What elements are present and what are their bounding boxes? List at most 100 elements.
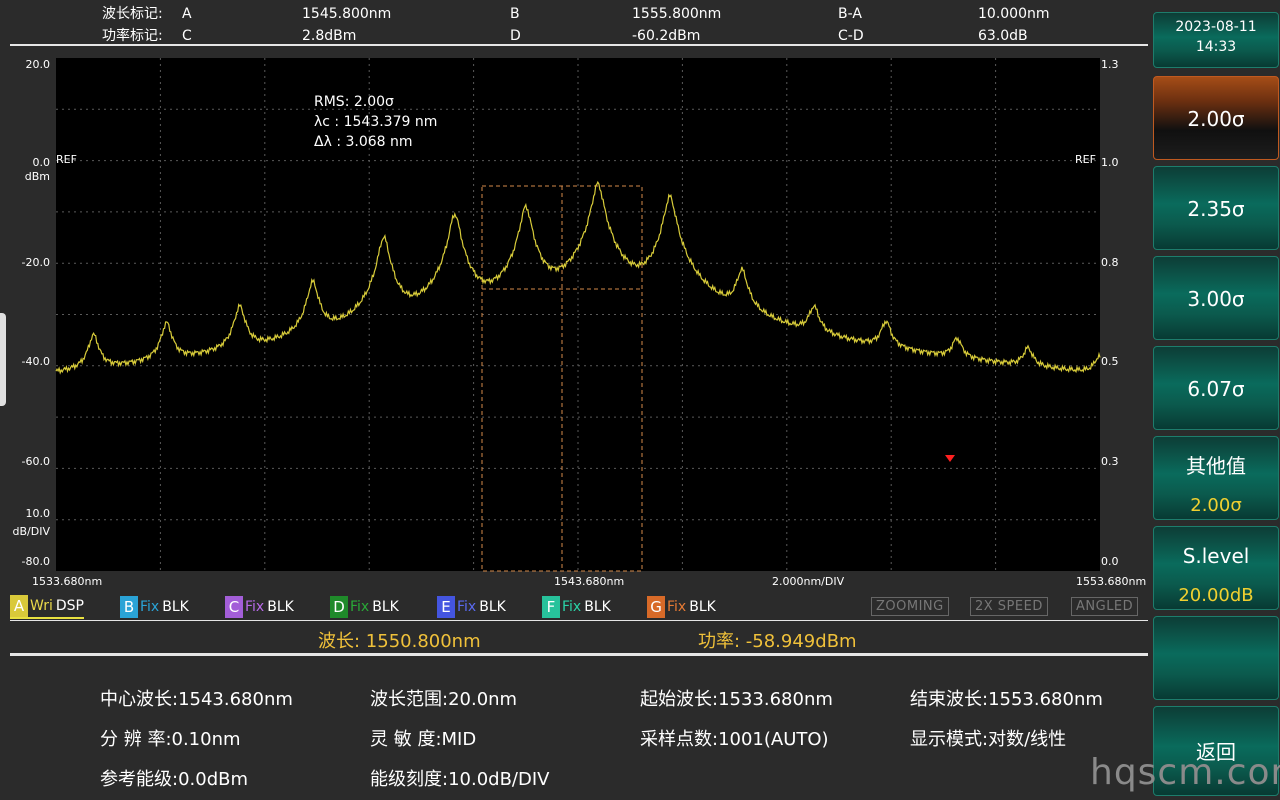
x-end-label: 1553.680nm xyxy=(1076,575,1147,588)
marker-a-name: A xyxy=(182,6,192,22)
marker-d-name: D xyxy=(510,28,521,44)
trace-mode: Fix xyxy=(667,599,687,615)
marker-cd-value: 63.0dB xyxy=(978,28,1028,44)
trace-letter: C xyxy=(225,596,243,618)
trace-state: BLK xyxy=(479,599,506,615)
x-start-label: 1533.680nm xyxy=(32,575,103,588)
power-marker-row: 功率标记: C 2.8dBm D -60.2dBm C-D 63.0dB xyxy=(10,26,1148,46)
y-scale-unit: dB/DIV xyxy=(12,525,50,538)
trace-state: BLK xyxy=(267,599,294,615)
y-tick-right: 0.8 xyxy=(1101,256,1119,269)
y-tick-right: 0.0 xyxy=(1101,555,1119,568)
trace-letter: F xyxy=(542,596,560,618)
param-level-scale: 能级刻度:10.0dB/DIV xyxy=(370,769,550,790)
trace-b[interactable]: B Fix BLK xyxy=(120,595,189,619)
marker-c-name: C xyxy=(182,28,192,44)
softkey-panel: 2023-08-11 14:33 2.00σ 2.35σ 3.00σ 6.07σ… xyxy=(1150,0,1280,800)
softkey-label: S.level xyxy=(1182,544,1250,568)
watermark: hqscm.com xyxy=(1090,752,1280,793)
trace-state: BLK xyxy=(584,599,611,615)
sigma-2-35-button[interactable]: 2.35σ xyxy=(1153,166,1279,250)
softkey-label: 2.35σ xyxy=(1187,197,1245,221)
param-start-wavelength: 起始波长:1533.680nm xyxy=(640,689,833,710)
trace-letter: G xyxy=(647,596,665,618)
sigma-2-00-button[interactable]: 2.00σ xyxy=(1153,76,1279,160)
param-sampling-points: 采样点数:1001(AUTO) xyxy=(640,729,829,750)
y-tick-left: -80.0 xyxy=(21,555,50,568)
trace-state: BLK xyxy=(372,599,399,615)
angled-flag: ANGLED xyxy=(1071,597,1139,616)
softkey-label: 其他值 xyxy=(1186,454,1246,478)
trace-a[interactable]: A Wri DSP xyxy=(10,595,84,619)
date-text: 2023-08-11 xyxy=(1175,19,1257,35)
trace-g[interactable]: G Fix BLK xyxy=(647,595,716,619)
trace-legend: A Wri DSP B Fix BLK C Fix BLK D Fix BLK … xyxy=(10,595,1150,619)
empty-softkey[interactable] xyxy=(1153,616,1279,700)
readout-power: 功率: -58.949dBm xyxy=(698,631,857,652)
trace-state: BLK xyxy=(689,599,716,615)
y-tick-left: 0.0 xyxy=(32,156,51,169)
trace-state: BLK xyxy=(162,599,189,615)
trace-mode: Fix xyxy=(140,599,160,615)
marker-ba-value: 10.000nm xyxy=(978,6,1050,22)
marker-ba-name: B-A xyxy=(838,6,862,22)
trace-mode: Fix xyxy=(457,599,477,615)
trace-letter: E xyxy=(437,596,455,618)
param-resolution: 分 辨 率:0.10nm xyxy=(100,729,241,750)
param-span: 波长范围:20.0nm xyxy=(370,689,518,710)
trace-c[interactable]: C Fix BLK xyxy=(225,595,294,619)
ref-label-left: REF xyxy=(56,153,77,166)
spectrum-plot[interactable]: 20.0 0.0 dBm -20.0 -40.0 -60.0 10.0 dB/D… xyxy=(0,50,1150,595)
x-center-label: 1543.680nm xyxy=(554,575,625,588)
trace-mode: Fix xyxy=(350,599,370,615)
marker-readout: 波长: 1550.800nm 功率: -58.949dBm xyxy=(10,620,1148,656)
s-level-button[interactable]: S.level 20.00dB xyxy=(1153,526,1279,610)
trace-letter: B xyxy=(120,596,138,618)
y-tick-right: 0.3 xyxy=(1101,455,1119,468)
softkey-value: 2.00σ xyxy=(1190,495,1242,516)
y-tick-left: -40.0 xyxy=(21,355,50,368)
spectrum-chart[interactable] xyxy=(0,50,1150,595)
trace-state: DSP xyxy=(55,598,84,614)
y-tick-right: 1.0 xyxy=(1101,156,1119,169)
y-tick-right: 1.3 xyxy=(1101,58,1119,71)
trace-f[interactable]: F Fix BLK xyxy=(542,595,611,619)
trace-mode: Fix xyxy=(562,599,582,615)
double-speed-flag: 2X SPEED xyxy=(970,597,1048,616)
softkey-label: 3.00σ xyxy=(1187,287,1245,311)
marker-cd-name: C-D xyxy=(838,28,864,44)
readout-wavelength: 波长: 1550.800nm xyxy=(318,631,481,652)
marker-b-value: 1555.800nm xyxy=(632,6,722,22)
softkey-label: 6.07σ xyxy=(1187,377,1245,401)
zooming-flag: ZOOMING xyxy=(871,597,949,616)
ref-label-right: REF xyxy=(1075,153,1096,166)
softkey-value: 20.00dB xyxy=(1178,585,1254,606)
param-reference-level: 参考能级:0.0dBm xyxy=(100,769,248,790)
center-wavelength-value: λc : 1543.379 nm xyxy=(314,114,438,130)
marker-d-value: -60.2dBm xyxy=(632,28,701,44)
x-div-label: 2.000nm/DIV xyxy=(772,575,845,588)
trace-e[interactable]: E Fix BLK xyxy=(437,595,506,619)
param-display-mode: 显示模式:对数/线性 xyxy=(910,729,1067,750)
y-tick-left: -20.0 xyxy=(21,256,50,269)
trace-mode: Fix xyxy=(245,599,265,615)
marker-a-value: 1545.800nm xyxy=(302,6,392,22)
wavelength-marker-row: 波长标记: A 1545.800nm B 1555.800nm B-A 10.0… xyxy=(10,4,1148,24)
y-tick-left: -60.0 xyxy=(21,455,50,468)
other-value-button[interactable]: 其他值 2.00σ xyxy=(1153,436,1279,520)
sigma-3-00-button[interactable]: 3.00σ xyxy=(1153,256,1279,340)
sigma-6-07-button[interactable]: 6.07σ xyxy=(1153,346,1279,430)
y-scale-value: 10.0 xyxy=(25,507,51,520)
marker-b-name: B xyxy=(510,6,520,22)
y-tick-right: 0.5 xyxy=(1101,355,1119,368)
datetime-display: 2023-08-11 14:33 xyxy=(1153,12,1279,68)
y-tick-left: 20.0 xyxy=(25,58,51,71)
marker-c-value: 2.8dBm xyxy=(302,28,357,44)
trace-d[interactable]: D Fix BLK xyxy=(330,595,399,619)
y-unit-label: dBm xyxy=(24,170,50,183)
spectral-width-value: Δλ : 3.068 nm xyxy=(314,134,413,150)
param-stop-wavelength: 结束波长:1553.680nm xyxy=(910,689,1103,710)
rms-result: RMS: 2.00σ λc : 1543.379 nm Δλ : 3.068 n… xyxy=(314,92,437,152)
trace-letter: D xyxy=(330,596,348,618)
trace-letter: A xyxy=(10,595,28,617)
